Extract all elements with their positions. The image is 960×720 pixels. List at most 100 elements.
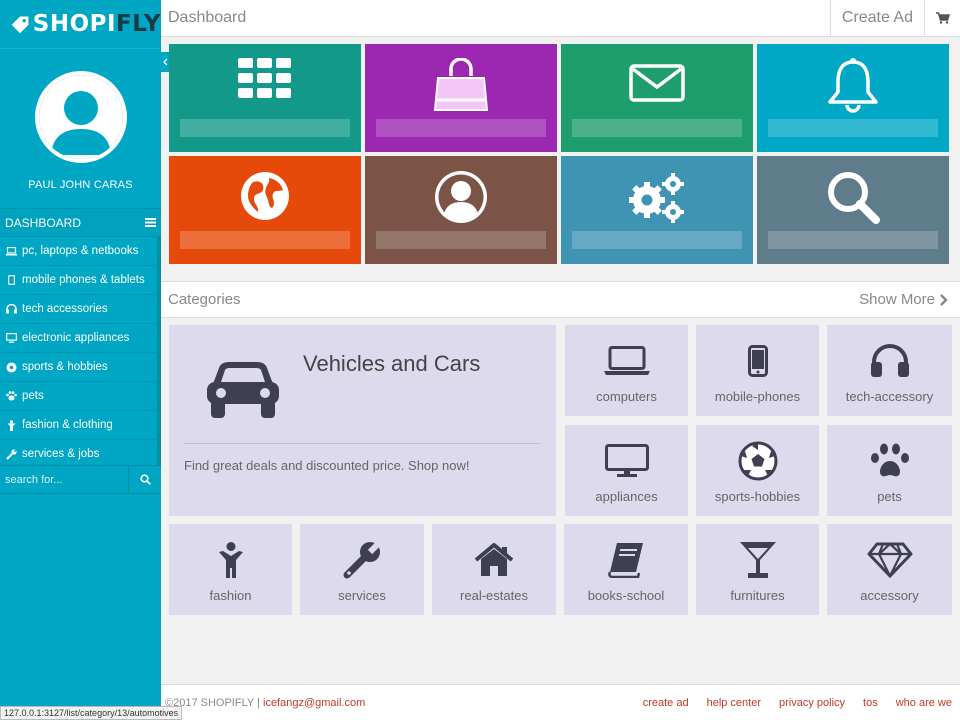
book-icon <box>608 543 643 578</box>
category-accessory[interactable]: accessory <box>827 524 952 615</box>
category-real-estates[interactable]: real-estates <box>432 524 556 615</box>
tile-shopping[interactable] <box>365 44 557 152</box>
footer-link-help-center[interactable]: help center <box>707 697 761 709</box>
sidebar-item-label: services & jobs <box>22 448 100 460</box>
footer-link-create-ad[interactable]: create ad <box>643 697 689 709</box>
tile-search[interactable] <box>757 156 949 264</box>
car-icon <box>207 362 279 418</box>
menu-dashboard-header[interactable]: DASHBOARD <box>0 208 161 237</box>
menu-header-label: DASHBOARD <box>5 215 82 230</box>
globe-icon <box>241 172 289 220</box>
category-appliances[interactable]: appliances <box>565 425 688 516</box>
dashboard-tiles <box>169 44 952 264</box>
soccer-ball-icon <box>738 441 777 481</box>
featured-category-vehicles[interactable]: Vehicles and Cars Find great deals and d… <box>169 325 556 516</box>
featured-description: Find great deals and discounted price. S… <box>184 458 470 473</box>
tile-profile[interactable] <box>365 156 557 264</box>
category-label: sports-hobbies <box>714 489 801 504</box>
brand-part1: SHOPI <box>32 11 117 37</box>
tag-logo-icon <box>11 16 29 34</box>
footer: ©2017 SHOPIFLY | icefangz@gmail.com crea… <box>161 684 960 720</box>
category-tech-accessory[interactable]: tech-accessory <box>827 325 952 416</box>
wrench-icon <box>6 448 17 460</box>
soccer-ball-icon <box>6 362 17 373</box>
sidebar-item-label: mobile phones & tablets <box>22 274 145 286</box>
sidebar: SHOPI FLY PAUL JOHN CARAS DASHBOARD pc, l… <box>0 0 161 720</box>
categories-header: Categories Show More <box>161 281 960 318</box>
category-menu: pc, laptops & netbooks mobile phones & t… <box>0 237 161 465</box>
category-label: books-school <box>587 588 665 603</box>
user-icon <box>435 171 487 223</box>
sidebar-item-label: pc, laptops & netbooks <box>22 245 139 257</box>
tile-caption-bar <box>376 119 546 137</box>
tile-apps[interactable] <box>169 44 361 152</box>
sidebar-item-sports[interactable]: sports & hobbies <box>0 353 157 382</box>
sidebar-item-services[interactable]: services & jobs <box>0 440 157 465</box>
category-label: pets <box>877 489 902 504</box>
category-label: fashion <box>209 588 252 603</box>
sidebar-item-laptops[interactable]: pc, laptops & netbooks <box>0 237 157 266</box>
sidebar-item-label: pets <box>22 390 44 402</box>
category-pets[interactable]: pets <box>827 425 952 516</box>
search-input[interactable] <box>0 466 128 493</box>
category-furnitures[interactable]: furnitures <box>696 524 819 615</box>
category-mobile-phones[interactable]: mobile-phones <box>696 325 819 416</box>
cart-button[interactable] <box>924 0 960 37</box>
chevron-left-icon <box>162 58 167 66</box>
featured-title: Vehicles and Cars <box>303 351 481 376</box>
tile-messages[interactable] <box>561 44 753 152</box>
category-label: accessory <box>860 588 919 603</box>
sidebar-item-label: sports & hobbies <box>22 361 108 373</box>
list-icon <box>145 218 156 227</box>
create-ad-button[interactable]: Create Ad <box>829 0 924 37</box>
category-label: services <box>338 588 386 603</box>
tile-notifications[interactable] <box>757 44 949 152</box>
footer-copyright: ©2017 SHOPIFLY | icefangz@gmail.com <box>165 697 365 709</box>
sidebar-collapse-toggle[interactable] <box>161 52 169 72</box>
search-button[interactable] <box>128 466 161 493</box>
tile-caption-bar <box>768 119 938 137</box>
category-sports-hobbies[interactable]: sports-hobbies <box>696 425 819 516</box>
diamond-icon <box>867 542 912 578</box>
grid-icon <box>238 58 291 98</box>
avatar-user-icon <box>38 75 123 159</box>
tile-caption-bar <box>572 231 742 249</box>
headphones-icon <box>870 344 909 377</box>
tile-settings[interactable] <box>561 156 753 264</box>
category-label: real-estates <box>460 588 528 603</box>
category-label: tech-accessory <box>845 389 934 404</box>
footer-link-tos[interactable]: tos <box>863 697 878 709</box>
category-fashion[interactable]: fashion <box>169 524 292 615</box>
sidebar-item-fashion[interactable]: fashion & clothing <box>0 411 157 440</box>
brand-logo[interactable]: SHOPI FLY <box>0 0 161 48</box>
show-more-label: Show More <box>859 291 935 308</box>
mobile-icon <box>6 275 17 286</box>
avatar[interactable] <box>34 71 127 163</box>
bell-icon <box>828 58 878 113</box>
category-services[interactable]: services <box>300 524 424 615</box>
monitor-icon <box>6 333 17 344</box>
sidebar-item-tech[interactable]: tech accessories <box>0 295 157 324</box>
search-icon <box>828 172 880 224</box>
sidebar-search <box>0 465 161 494</box>
person-icon <box>6 419 17 431</box>
footer-link-privacy-policy[interactable]: privacy policy <box>779 697 845 709</box>
sidebar-item-appliances[interactable]: electronic appliances <box>0 324 157 353</box>
laptop-icon <box>6 246 17 257</box>
category-books-school[interactable]: books-school <box>564 524 688 615</box>
contact-email-link[interactable]: icefangz@gmail.com <box>263 697 365 709</box>
show-more-link[interactable]: Show More <box>859 291 948 308</box>
monitor-icon <box>604 444 649 477</box>
laptop-icon <box>603 346 650 375</box>
tile-caption-bar <box>768 231 938 249</box>
tile-caption-bar <box>376 231 546 249</box>
sidebar-item-pets[interactable]: pets <box>0 382 157 411</box>
page-title: Dashboard <box>168 9 247 26</box>
tile-caption-bar <box>180 119 350 137</box>
tile-global[interactable] <box>169 156 361 264</box>
category-computers[interactable]: computers <box>565 325 688 416</box>
sidebar-item-label: fashion & clothing <box>22 419 113 431</box>
footer-link-who-are-we[interactable]: who are we <box>896 697 952 709</box>
category-label: computers <box>596 389 657 404</box>
sidebar-item-mobile[interactable]: mobile phones & tablets <box>0 266 157 295</box>
